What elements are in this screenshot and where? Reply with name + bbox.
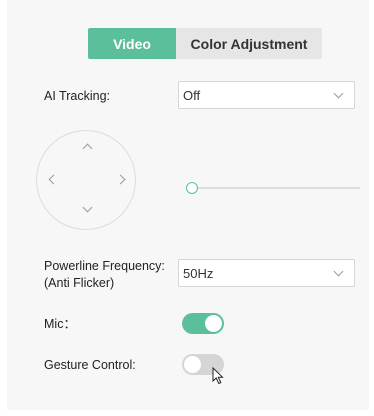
mic-toggle-knob: [205, 315, 222, 332]
pan-tilt-control[interactable]: [36, 130, 136, 230]
chevron-left-icon[interactable]: [48, 174, 59, 185]
ai-tracking-label: AI Tracking:: [44, 89, 110, 103]
powerline-frequency-select[interactable]: 50Hz: [178, 259, 355, 287]
chevron-down-icon: [333, 88, 344, 99]
mouse-cursor-icon: [212, 367, 224, 385]
chevron-down-icon: [333, 266, 344, 277]
powerline-frequency-value: 50Hz: [183, 265, 214, 281]
tab-video[interactable]: Video: [88, 28, 176, 59]
video-settings-panel: Video Color Adjustment AI Tracking: Off …: [7, 0, 369, 410]
mic-toggle[interactable]: [182, 313, 224, 334]
tab-color-adjustment[interactable]: Color Adjustment: [176, 28, 322, 59]
ai-tracking-value: Off: [183, 87, 201, 103]
zoom-slider-handle[interactable]: [186, 182, 198, 194]
powerline-frequency-label-line1: Powerline Frequency:: [44, 259, 165, 273]
powerline-frequency-label: Powerline Frequency: (Anti Flicker): [44, 258, 165, 292]
gesture-control-label: Gesture Control:: [44, 358, 136, 372]
gesture-control-toggle-knob: [184, 356, 201, 373]
powerline-frequency-label-line2: (Anti Flicker): [44, 276, 115, 290]
zoom-slider-track[interactable]: [191, 187, 360, 189]
chevron-down-icon[interactable]: [82, 202, 93, 213]
chevron-right-icon[interactable]: [115, 174, 126, 185]
chevron-up-icon[interactable]: [82, 143, 93, 154]
mic-label: Mic：: [44, 317, 76, 331]
ai-tracking-select[interactable]: Off: [178, 81, 355, 109]
settings-tabs: Video Color Adjustment: [88, 28, 322, 59]
